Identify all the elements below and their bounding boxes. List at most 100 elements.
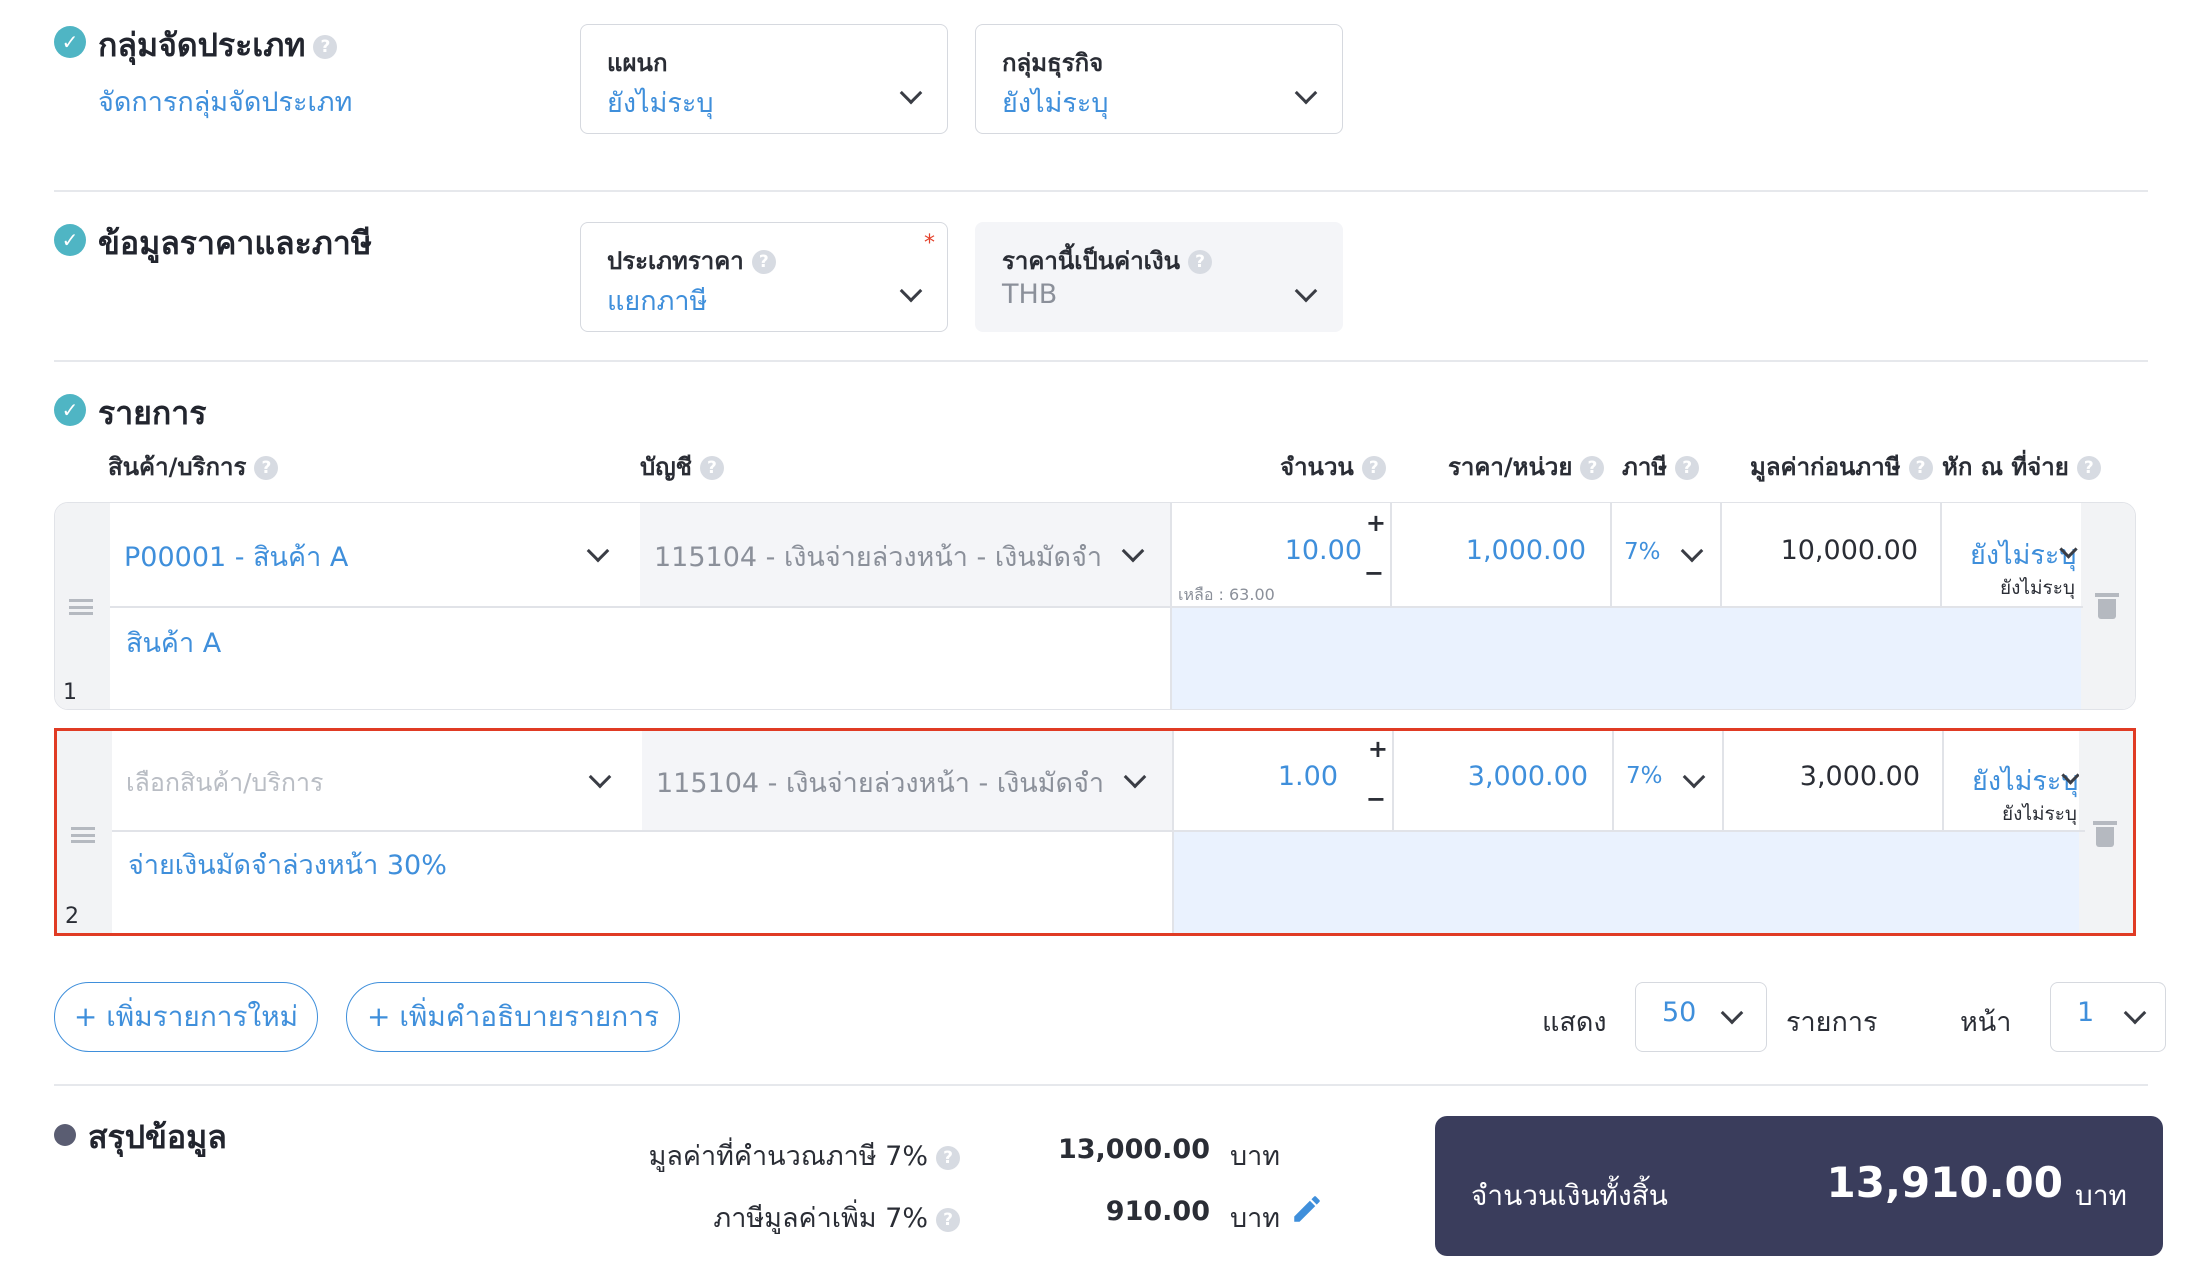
unit-price-input[interactable]: 3,000.00 xyxy=(1392,731,1612,831)
increment-icon[interactable]: + xyxy=(1366,509,1386,537)
page-size-select[interactable]: 50 xyxy=(1635,982,1767,1052)
taxable-label: มูลค่าที่คำนวณภาษี 7%? xyxy=(649,1134,960,1177)
page-number-select[interactable]: 1 xyxy=(2050,982,2166,1052)
account-select: 115104 - เงินจ่ายล่วงหน้า - เงินมัดจำ xyxy=(642,731,1172,831)
vat-unit: บาท xyxy=(1230,1203,1281,1234)
quantity-value: 1.00 xyxy=(1277,761,1338,792)
pre-tax-value-cell: 10,000.00 xyxy=(1720,503,1940,607)
remaining-stock: เหลือ : 63.00 xyxy=(1178,585,1275,604)
chevron-down-icon xyxy=(1720,1001,1744,1025)
description-value: สินค้า A xyxy=(126,628,222,659)
total-label: จำนวนเงินทั้งสิ้น xyxy=(1471,1179,1668,1212)
currency-value: THB xyxy=(1002,279,1058,310)
pencil-icon[interactable] xyxy=(1290,1192,1324,1230)
unit-price-value: 1,000.00 xyxy=(1465,535,1586,566)
help-icon[interactable]: ? xyxy=(936,1145,960,1170)
description-input[interactable]: จ่ายเงินมัดจำล่วงหน้า 30% xyxy=(112,831,1172,933)
help-icon[interactable]: ? xyxy=(699,456,724,480)
help-icon[interactable]: ? xyxy=(1188,250,1213,274)
pre-tax-value: 10,000.00 xyxy=(1780,535,1918,566)
department-label: แผนก xyxy=(607,49,668,77)
increment-icon[interactable]: + xyxy=(1368,735,1388,763)
product-select[interactable]: P00001 - สินค้า A xyxy=(110,503,640,607)
column-header-product: สินค้า/บริการ? xyxy=(108,447,279,486)
delete-row-button[interactable] xyxy=(2079,731,2133,933)
decrement-icon[interactable]: − xyxy=(1366,785,1386,813)
product-select[interactable]: เลือกสินค้า/บริการ xyxy=(112,731,642,831)
price-type-select[interactable]: ประเภทราคา? * แยกภาษี xyxy=(580,222,948,332)
withholding-subvalue: ยังไม่ระบุ xyxy=(2000,577,2075,599)
column-header-tax: ภาษี? xyxy=(1622,447,1700,486)
unit-price-input[interactable]: 1,000.00 xyxy=(1390,503,1610,607)
help-icon[interactable]: ? xyxy=(1361,456,1386,480)
withholding-select[interactable]: ยังไม่ระบุ ยังไม่ระบุ xyxy=(1942,731,2085,831)
drag-handle[interactable]: 1 xyxy=(55,503,110,709)
column-header-withholding: หัก ณ ที่จ่าย? xyxy=(1942,447,2101,486)
price-type-label: ประเภทราคา? xyxy=(607,241,776,280)
page-number-value: 1 xyxy=(2077,997,2095,1028)
help-icon[interactable]: ? xyxy=(313,35,338,59)
account-value: 115104 - เงินจ่ายล่วงหน้า - เงินมัดจำ xyxy=(656,768,1105,799)
delete-row-button[interactable] xyxy=(2081,503,2135,709)
drag-handle-icon xyxy=(71,827,95,843)
chevron-down-icon xyxy=(1680,539,1704,563)
business-group-select[interactable]: กลุ่มธุรกิจ ยังไม่ระบุ xyxy=(975,24,1343,134)
vat-value: 910.00 xyxy=(1105,1196,1210,1227)
page-label: หน้า xyxy=(1960,1007,2012,1038)
chevron-down-icon xyxy=(2123,1001,2147,1025)
section-title-classification: กลุ่มจัดประเภท? xyxy=(98,20,338,71)
help-icon[interactable]: ? xyxy=(751,250,776,274)
help-icon[interactable]: ? xyxy=(1675,456,1700,480)
check-icon: ✓ xyxy=(54,26,86,58)
help-icon[interactable]: ? xyxy=(1908,456,1933,480)
row-number: 2 xyxy=(65,904,79,929)
help-icon[interactable]: ? xyxy=(936,1207,960,1232)
decrement-icon[interactable]: − xyxy=(1364,559,1384,587)
chevron-down-icon xyxy=(899,279,923,303)
tax-value: 7% xyxy=(1624,539,1661,565)
help-icon[interactable]: ? xyxy=(2076,456,2101,480)
description-input[interactable]: สินค้า A xyxy=(110,607,1170,709)
account-value: 115104 - เงินจ่ายล่วงหน้า - เงินมัดจำ xyxy=(654,542,1103,573)
description-extension xyxy=(1170,607,2083,709)
withholding-value: ยังไม่ระบุ xyxy=(1970,540,2077,571)
quantity-stepper[interactable]: 10.00 + − เหลือ : 63.00 xyxy=(1170,503,1390,607)
summary-bullet-icon xyxy=(54,1124,76,1146)
check-icon: ✓ xyxy=(54,394,86,426)
currency-label: ราคานี้เป็นค่าเงิน? xyxy=(1002,241,1213,280)
row-number: 1 xyxy=(63,680,77,705)
department-select[interactable]: แผนก ยังไม่ระบุ xyxy=(580,24,948,134)
check-icon: ✓ xyxy=(54,224,86,256)
column-header-unit-price: ราคา/หน่วย? xyxy=(1448,447,1605,486)
required-mark: * xyxy=(924,231,935,256)
add-description-button[interactable]: + เพิ่มคำอธิบายรายการ xyxy=(346,982,680,1052)
product-placeholder: เลือกสินค้า/บริการ xyxy=(126,768,324,797)
description-value: จ่ายเงินมัดจำล่วงหน้า 30% xyxy=(128,850,447,881)
help-icon[interactable]: ? xyxy=(254,456,279,480)
manage-classification-link[interactable]: จัดการกลุ่มจัดประเภท xyxy=(98,80,352,123)
page-size-value: 50 xyxy=(1662,997,1697,1028)
unit-price-value: 3,000.00 xyxy=(1467,761,1588,792)
product-value: P00001 - สินค้า A xyxy=(124,542,349,573)
drag-handle[interactable]: 2 xyxy=(57,731,112,933)
column-header-pre-tax: มูลค่าก่อนภาษี? xyxy=(1750,447,1933,486)
taxable-value: 13,000.00 xyxy=(1057,1134,1210,1165)
section-title-pricing: ข้อมูลราคาและภาษี xyxy=(98,224,372,262)
withholding-select[interactable]: ยังไม่ระบุ ยังไม่ระบุ xyxy=(1940,503,2083,607)
chevron-down-icon xyxy=(1294,279,1318,303)
chevron-down-icon xyxy=(588,765,612,789)
currency-select: ราคานี้เป็นค่าเงิน? THB xyxy=(975,222,1343,332)
table-row: 1 P00001 - สินค้า A 115104 - เงินจ่ายล่ว… xyxy=(54,502,2136,710)
business-group-label: กลุ่มธุรกิจ xyxy=(1002,49,1104,77)
section-title-items: รายการ xyxy=(98,394,207,432)
description-extension xyxy=(1172,831,2085,933)
vat-label: ภาษีมูลค่าเพิ่ม 7%? xyxy=(713,1196,960,1239)
taxable-unit: บาท xyxy=(1230,1141,1281,1172)
tax-select[interactable]: 7% xyxy=(1610,503,1720,607)
chevron-down-icon xyxy=(1294,81,1318,105)
add-item-button[interactable]: + เพิ่มรายการใหม่ xyxy=(54,982,318,1052)
quantity-stepper[interactable]: 1.00 + − xyxy=(1172,731,1392,831)
divider xyxy=(54,360,2148,362)
help-icon[interactable]: ? xyxy=(1580,456,1605,480)
tax-select[interactable]: 7% xyxy=(1612,731,1722,831)
